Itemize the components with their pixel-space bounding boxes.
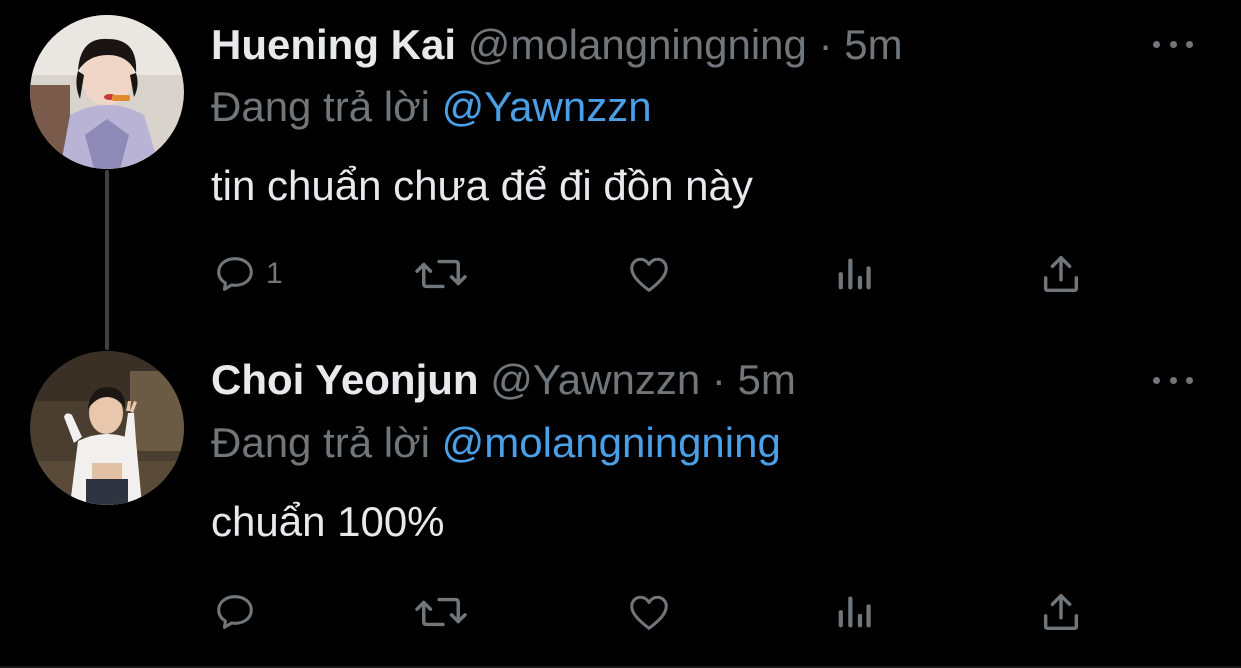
tweet[interactable]: Choi Yeonjun @Yawnzzn · 5m Đang trả lời … xyxy=(0,330,1241,668)
reply-icon xyxy=(217,595,253,629)
reply-button[interactable]: 1 xyxy=(212,250,283,298)
tweet-text: tin chuẩn chưa để đi đồn này xyxy=(211,162,753,209)
retweet-button[interactable] xyxy=(412,588,470,636)
tweet[interactable]: Huening Kai @molangningning · 5m Đang tr… xyxy=(0,0,1241,350)
timestamp[interactable]: 5m xyxy=(844,21,902,68)
timestamp[interactable]: 5m xyxy=(738,356,796,403)
like-button[interactable] xyxy=(625,250,673,298)
separator-dot: · xyxy=(711,356,726,403)
replying-to: Đang trả lời @molangningning xyxy=(211,418,781,468)
heart-icon xyxy=(630,257,668,292)
reply-button[interactable] xyxy=(212,588,266,636)
more-options-icon[interactable] xyxy=(1153,370,1193,390)
analytics-button[interactable] xyxy=(834,588,874,636)
tweet-actions: 1 xyxy=(0,250,1241,298)
like-button[interactable] xyxy=(625,588,673,636)
avatar[interactable] xyxy=(30,15,184,169)
retweet-icon xyxy=(415,597,467,627)
avatar[interactable] xyxy=(30,351,184,505)
share-icon xyxy=(1043,255,1079,293)
replying-to-mention[interactable]: @molangningning xyxy=(442,419,781,466)
analytics-icon xyxy=(838,258,871,290)
avatar-photo-icon xyxy=(30,351,184,505)
tweet-text: chuẩn 100% xyxy=(211,498,445,545)
analytics-button[interactable] xyxy=(834,250,874,298)
replying-to-label: Đang trả lời xyxy=(211,419,430,466)
reply-icon xyxy=(217,257,253,291)
tweet-actions xyxy=(0,588,1241,636)
replying-to-mention[interactable]: @Yawnzzn xyxy=(442,83,652,130)
more-options-icon[interactable] xyxy=(1153,34,1193,54)
replying-to: Đang trả lời @Yawnzzn xyxy=(211,82,652,132)
reply-count: 1 xyxy=(266,257,283,290)
analytics-icon xyxy=(838,596,871,628)
author-handle[interactable]: @Yawnzzn xyxy=(490,356,700,403)
share-icon xyxy=(1043,593,1079,631)
share-button[interactable] xyxy=(1038,588,1084,636)
author-name[interactable]: Huening Kai xyxy=(211,21,456,68)
share-button[interactable] xyxy=(1038,250,1084,298)
retweet-icon xyxy=(415,259,467,289)
replying-to-label: Đang trả lời xyxy=(211,83,430,130)
tweet-header: Huening Kai @molangningning · 5m xyxy=(211,20,903,70)
heart-icon xyxy=(630,595,668,630)
separator-dot: · xyxy=(818,21,833,68)
author-handle[interactable]: @molangningning xyxy=(468,21,807,68)
author-name[interactable]: Choi Yeonjun xyxy=(211,356,479,403)
avatar-photo-icon xyxy=(30,15,184,169)
tweet-header: Choi Yeonjun @Yawnzzn · 5m xyxy=(211,355,796,405)
retweet-button[interactable] xyxy=(412,250,470,298)
